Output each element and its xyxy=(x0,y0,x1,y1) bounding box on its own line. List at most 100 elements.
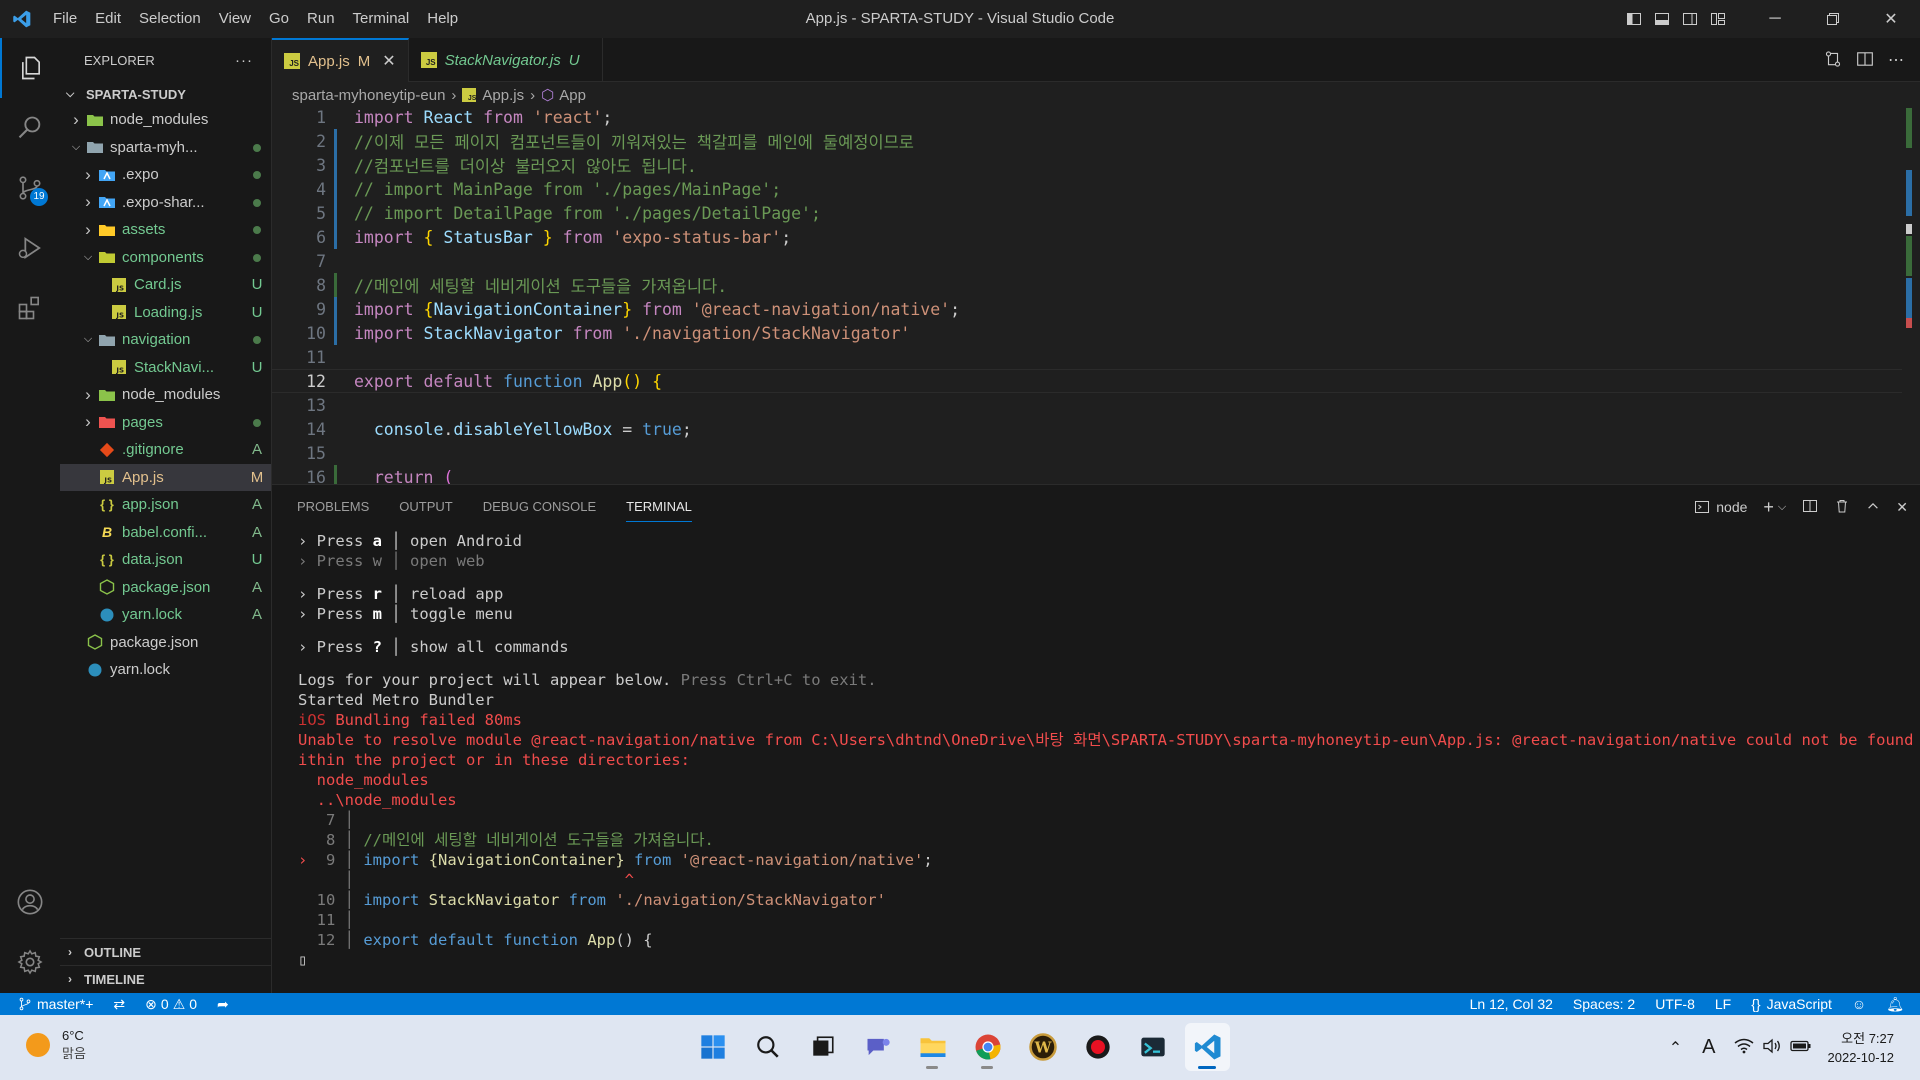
mobaxterm-icon[interactable] xyxy=(1130,1023,1175,1071)
clock[interactable]: 오전 7:27 2022-10-12 xyxy=(1816,1029,1920,1067)
panel-tab-output[interactable]: OUTPUT xyxy=(399,485,452,529)
terminal-output[interactable]: › Press a │ open Android › Press w │ open… xyxy=(298,531,1918,991)
code-editor[interactable]: 1 import React from 'react'; 2 //이제 모든 페이지 … xyxy=(272,108,1920,484)
tree-item[interactable]: .gitignore A xyxy=(60,436,271,464)
sync-icon[interactable]: ⇄ xyxy=(103,996,135,1013)
chevron-up-icon[interactable]: ⌃ xyxy=(1659,1038,1692,1058)
wifi-icon[interactable] xyxy=(1726,1038,1758,1057)
tree-item[interactable]: { } data.json U xyxy=(60,546,271,574)
terminal-selector[interactable]: node xyxy=(1694,499,1747,515)
toggle-panel-icon[interactable] xyxy=(1648,0,1676,38)
tree-item[interactable]: yarn.lock xyxy=(60,656,271,684)
more-actions-button[interactable]: ··· xyxy=(235,52,253,69)
explorer-icon[interactable] xyxy=(0,38,60,98)
tree-item[interactable]: ⌵ navigation xyxy=(60,326,271,354)
overview-ruler[interactable] xyxy=(1906,108,1912,484)
panel-tab-terminal[interactable]: TERMINAL xyxy=(626,492,692,522)
terminal-text: ..\node_modules xyxy=(298,791,457,809)
outline-section[interactable]: › OUTLINE xyxy=(60,938,272,965)
tree-item[interactable]: JS StackNavi... U xyxy=(60,354,271,382)
search-icon[interactable] xyxy=(0,98,60,158)
notifications-bell-icon[interactable]: 🔔︎ xyxy=(1876,996,1920,1013)
chevron-down-icon[interactable]: ⌵ xyxy=(1778,501,1786,514)
panel-tab-debug-console[interactable]: DEBUG CONSOLE xyxy=(483,485,596,529)
run-debug-icon[interactable] xyxy=(0,218,60,278)
tree-item[interactable]: › node_modules xyxy=(60,106,271,134)
more-actions-icon[interactable]: ⋯ xyxy=(1888,50,1904,70)
open-changes-icon[interactable] xyxy=(1824,50,1842,71)
tree-item[interactable]: › node_modules xyxy=(60,381,271,409)
tree-item[interactable]: › .expo xyxy=(60,161,271,189)
minimize-button[interactable]: ─ xyxy=(1746,0,1804,38)
tree-item[interactable]: Bbabel.confi... A xyxy=(60,519,271,547)
branch-status[interactable]: master*+ xyxy=(0,996,103,1012)
ime-indicator[interactable]: A xyxy=(1692,1036,1725,1059)
tree-item[interactable]: package.json xyxy=(60,629,271,657)
settings-gear-icon[interactable] xyxy=(0,932,60,992)
workspace-folder-header[interactable]: ⌵ SPARTA-STUDY xyxy=(60,82,271,106)
taskbar-search-icon[interactable] xyxy=(745,1023,790,1071)
indentation[interactable]: Spaces: 2 xyxy=(1563,996,1645,1012)
menu-help[interactable]: Help xyxy=(418,0,467,38)
extensions-icon[interactable] xyxy=(0,278,60,338)
tree-item[interactable]: ⌵ sparta-myh... xyxy=(60,134,271,162)
tree-item[interactable]: package.json A xyxy=(60,574,271,602)
menu-view[interactable]: View xyxy=(210,0,260,38)
weather-widget[interactable]: 6°C 맑음 xyxy=(26,1027,86,1063)
toggle-primary-sidebar-icon[interactable] xyxy=(1620,0,1648,38)
split-editor-icon[interactable] xyxy=(1856,50,1874,71)
record-icon[interactable] xyxy=(1075,1023,1120,1071)
battery-icon[interactable] xyxy=(1786,1038,1816,1057)
tree-item[interactable]: › assets xyxy=(60,216,271,244)
task-view-icon[interactable] xyxy=(800,1023,845,1071)
panel-tab-problems[interactable]: PROBLEMS xyxy=(297,485,369,529)
tab-app-js[interactable]: JS App.js M ✕ xyxy=(272,38,409,82)
live-share-icon[interactable]: ➦ xyxy=(207,996,239,1013)
close-window-button[interactable]: ✕ xyxy=(1862,0,1920,38)
accounts-icon[interactable] xyxy=(0,872,60,932)
menu-go[interactable]: Go xyxy=(260,0,298,38)
vscode-taskbar-icon[interactable] xyxy=(1185,1023,1230,1071)
menu-edit[interactable]: Edit xyxy=(86,0,130,38)
tab-stacknavigator-js[interactable]: JS StackNavigator.js U xyxy=(409,38,603,82)
language-mode[interactable]: {} JavaScript xyxy=(1741,996,1842,1012)
tree-item[interactable]: JS App.js M xyxy=(60,463,271,491)
tree-item[interactable]: JS Card.js U xyxy=(60,271,271,299)
terminal-text: from xyxy=(634,851,672,869)
tree-item[interactable]: JS Loading.js U xyxy=(60,299,271,327)
encoding[interactable]: UTF-8 xyxy=(1645,996,1705,1012)
file-explorer-icon[interactable] xyxy=(910,1023,955,1071)
trash-icon[interactable] xyxy=(1834,498,1850,517)
tree-item[interactable]: { } app.json A xyxy=(60,491,271,519)
teams-chat-icon[interactable] xyxy=(855,1023,900,1071)
source-control-icon[interactable]: 19 xyxy=(0,158,60,218)
restore-button[interactable] xyxy=(1804,0,1862,38)
start-button[interactable] xyxy=(690,1023,735,1071)
cursor-position[interactable]: Ln 12, Col 32 xyxy=(1460,996,1563,1012)
new-terminal-icon[interactable]: + xyxy=(1763,497,1774,518)
toggle-secondary-sidebar-icon[interactable] xyxy=(1676,0,1704,38)
menu-selection[interactable]: Selection xyxy=(130,0,210,38)
tree-item[interactable]: › .expo-shar... xyxy=(60,189,271,217)
breadcrumb-symbol[interactable]: App xyxy=(559,87,586,104)
tree-item[interactable]: yarn.lock A xyxy=(60,601,271,629)
tree-item[interactable]: › pages xyxy=(60,409,271,437)
menu-file[interactable]: File xyxy=(44,0,86,38)
end-of-line[interactable]: LF xyxy=(1705,996,1741,1012)
breadcrumb-folder[interactable]: sparta-myhoneytip-eun xyxy=(292,87,445,104)
problems-status[interactable]: ⊗ 0 ⚠ 0 xyxy=(135,996,207,1013)
maximize-panel-icon[interactable] xyxy=(1866,499,1880,516)
tree-item[interactable]: ⌵ components xyxy=(60,244,271,272)
menu-run[interactable]: Run xyxy=(298,0,344,38)
close-tab-icon[interactable]: ✕ xyxy=(382,51,395,71)
timeline-section[interactable]: › TIMELINE xyxy=(60,965,272,992)
feedback-icon[interactable]: ☺ xyxy=(1842,996,1876,1012)
breadcrumb-file[interactable]: App.js xyxy=(482,87,524,104)
customize-layout-icon[interactable] xyxy=(1704,0,1732,38)
chrome-icon[interactable] xyxy=(965,1023,1010,1071)
wow-game-icon[interactable]: W xyxy=(1020,1023,1065,1071)
split-terminal-icon[interactable] xyxy=(1802,498,1818,517)
volume-icon[interactable] xyxy=(1758,1038,1786,1057)
close-panel-icon[interactable]: ✕ xyxy=(1896,499,1908,516)
menu-terminal[interactable]: Terminal xyxy=(344,0,419,38)
